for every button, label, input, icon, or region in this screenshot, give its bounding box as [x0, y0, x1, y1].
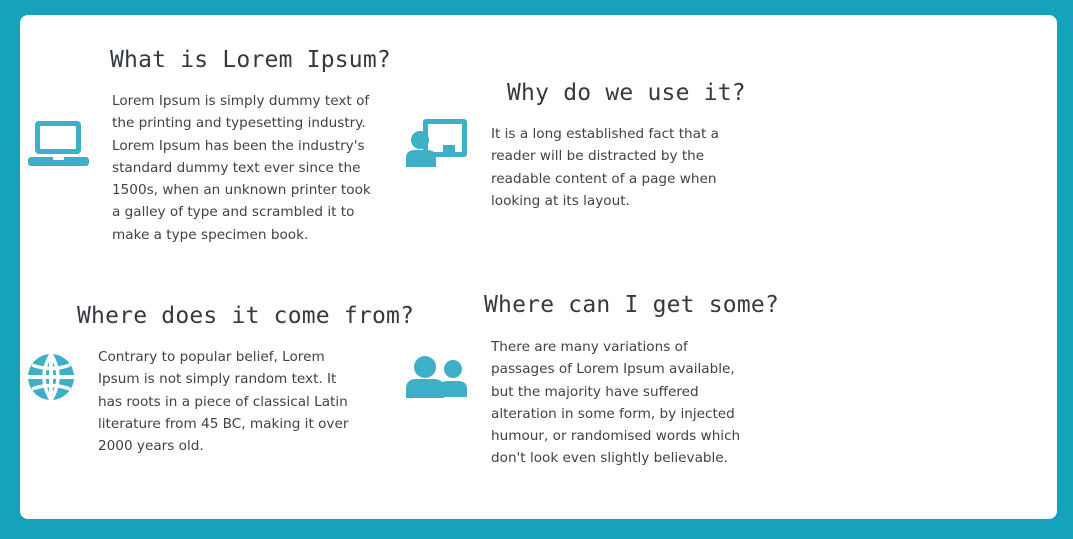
section-body: Contrary to popular belief, Lorem Ipsum …	[98, 349, 349, 455]
content-card: What is Lorem Ipsum? Lorem Ipsum is simp…	[20, 15, 1057, 519]
section-title: Where does it come from?	[77, 303, 415, 329]
presenter-icon	[406, 118, 468, 168]
section-body: It is a long established fact that a rea…	[491, 126, 719, 209]
section-title: What is Lorem Ipsum?	[110, 47, 391, 73]
laptop-icon	[28, 119, 89, 167]
section-body: There are many variations of passages of…	[491, 339, 741, 467]
globe-icon	[27, 353, 75, 401]
section-title: Where can I get some?	[484, 292, 779, 318]
users-icon	[406, 355, 468, 399]
section-title: Why do we use it?	[507, 80, 746, 106]
section-body: Lorem Ipsum is simply dummy text of the …	[112, 93, 371, 243]
